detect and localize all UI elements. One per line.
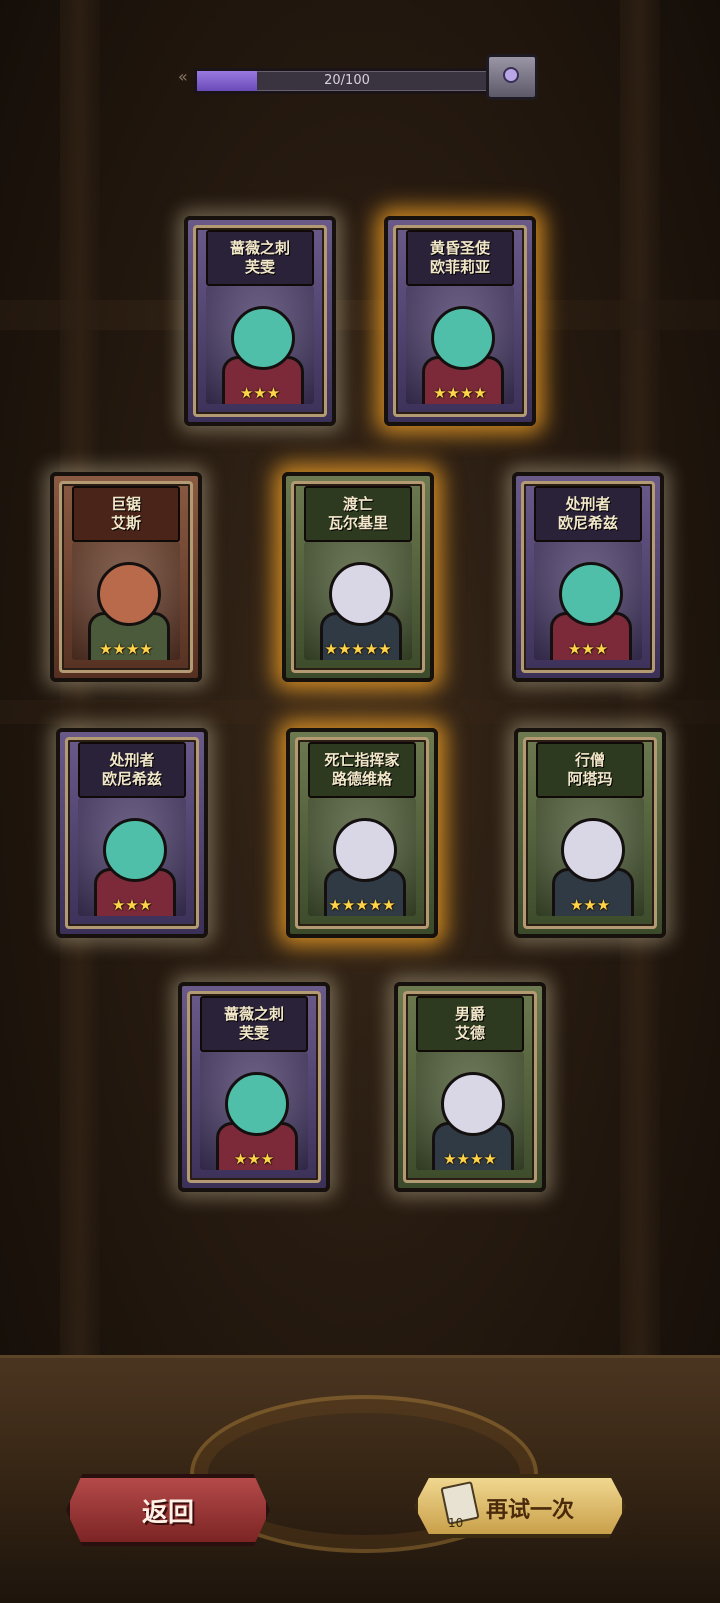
hero-epithet: 男爵 (454, 1005, 485, 1023)
card-title-plate: 黄昏圣使 欧菲莉亚 (406, 230, 514, 286)
hero-epithet: 蔷薇之刺 (229, 239, 290, 257)
hero-epithet: 处刑者 (109, 751, 155, 769)
progress-text: 20/100 (324, 73, 370, 88)
hero-name: 阿塔玛 (567, 770, 613, 788)
hero-epithet: 死亡指挥家 (324, 751, 400, 769)
card-title-plate: 蔷薇之刺 芙雯 (206, 230, 314, 286)
back-button-label: 返回 (141, 1497, 194, 1528)
hero-epithet: 行僧 (574, 751, 605, 769)
reward-chest-icon[interactable] (486, 54, 538, 100)
hero-name: 欧尼希兹 (557, 514, 618, 532)
double-chevron-left-icon: « (178, 67, 188, 86)
card-title-plate: 行僧 阿塔玛 (536, 742, 644, 798)
star-rating: ★★★★★ (324, 640, 392, 658)
back-button[interactable]: 返回 (66, 1474, 270, 1546)
card-title-plate: 处刑者 欧尼希兹 (534, 486, 642, 542)
card-title-plate: 处刑者 欧尼希兹 (78, 742, 186, 798)
hero-name: 艾德 (454, 1024, 485, 1042)
hero-card[interactable]: 处刑者 欧尼希兹 ★★★ (512, 472, 664, 682)
hero-name: 芙雯 (244, 258, 275, 276)
hero-head (97, 562, 161, 626)
card-title-plate: 渡亡 瓦尔基里 (304, 486, 412, 542)
card-title-plate: 男爵 艾德 (416, 996, 524, 1052)
hero-card[interactable]: 处刑者 欧尼希兹 ★★★ (56, 728, 208, 938)
card-title-plate: 巨锯 艾斯 (72, 486, 180, 542)
hero-name: 路德维格 (331, 770, 392, 788)
card-title-plate: 死亡指挥家 路德维格 (308, 742, 416, 798)
hero-name: 艾斯 (110, 514, 141, 532)
hero-head (441, 1072, 505, 1136)
hero-epithet: 处刑者 (565, 495, 611, 513)
hero-head (561, 818, 625, 882)
hero-head (225, 1072, 289, 1136)
hero-card[interactable]: 渡亡 瓦尔基里 ★★★★★ (282, 472, 434, 682)
star-rating: ★★★ (239, 384, 281, 402)
hero-card[interactable]: 男爵 艾德 ★★★★ (394, 982, 546, 1192)
hero-card[interactable]: 黄昏圣使 欧菲莉亚 ★★★★ (384, 216, 536, 426)
hero-head (559, 562, 623, 626)
star-rating: ★★★★ (433, 384, 487, 402)
star-rating: ★★★ (233, 1150, 275, 1168)
hero-card[interactable]: 蔷薇之刺 芙雯 ★★★ (184, 216, 336, 426)
hero-epithet: 黄昏圣使 (429, 239, 490, 257)
hero-head (431, 306, 495, 370)
hero-name: 欧尼希兹 (101, 770, 162, 788)
hero-head (329, 562, 393, 626)
hero-head (231, 306, 295, 370)
retry-cost: 10 (448, 1516, 464, 1530)
hero-epithet: 巨锯 (110, 495, 141, 513)
hero-card[interactable]: 巨锯 艾斯 ★★★★ (50, 472, 202, 682)
hero-head (103, 818, 167, 882)
hero-card[interactable]: 蔷薇之刺 芙雯 ★★★ (178, 982, 330, 1192)
hero-name: 瓦尔基里 (327, 514, 388, 532)
star-rating: ★★★ (567, 640, 609, 658)
retry-button[interactable]: 10 再试一次 (414, 1474, 626, 1538)
card-title-plate: 蔷薇之刺 芙雯 (200, 996, 308, 1052)
hero-card[interactable]: 行僧 阿塔玛 ★★★ (514, 728, 666, 938)
hero-head (333, 818, 397, 882)
hero-epithet: 蔷薇之刺 (223, 1005, 284, 1023)
summon-progress: « 20/100 (178, 54, 538, 100)
hero-name: 芙雯 (238, 1024, 269, 1042)
hero-name: 欧菲莉亚 (429, 258, 490, 276)
star-rating: ★★★★ (99, 640, 153, 658)
star-rating: ★★★★★ (328, 896, 396, 914)
progress-track: 20/100 (194, 68, 500, 94)
retry-button-label: 再试一次 (486, 1498, 575, 1523)
star-rating: ★★★ (569, 896, 611, 914)
star-rating: ★★★ (111, 896, 153, 914)
star-rating: ★★★★ (443, 1150, 497, 1168)
hero-card[interactable]: 死亡指挥家 路德维格 ★★★★★ (286, 728, 438, 938)
hero-epithet: 渡亡 (342, 495, 373, 513)
